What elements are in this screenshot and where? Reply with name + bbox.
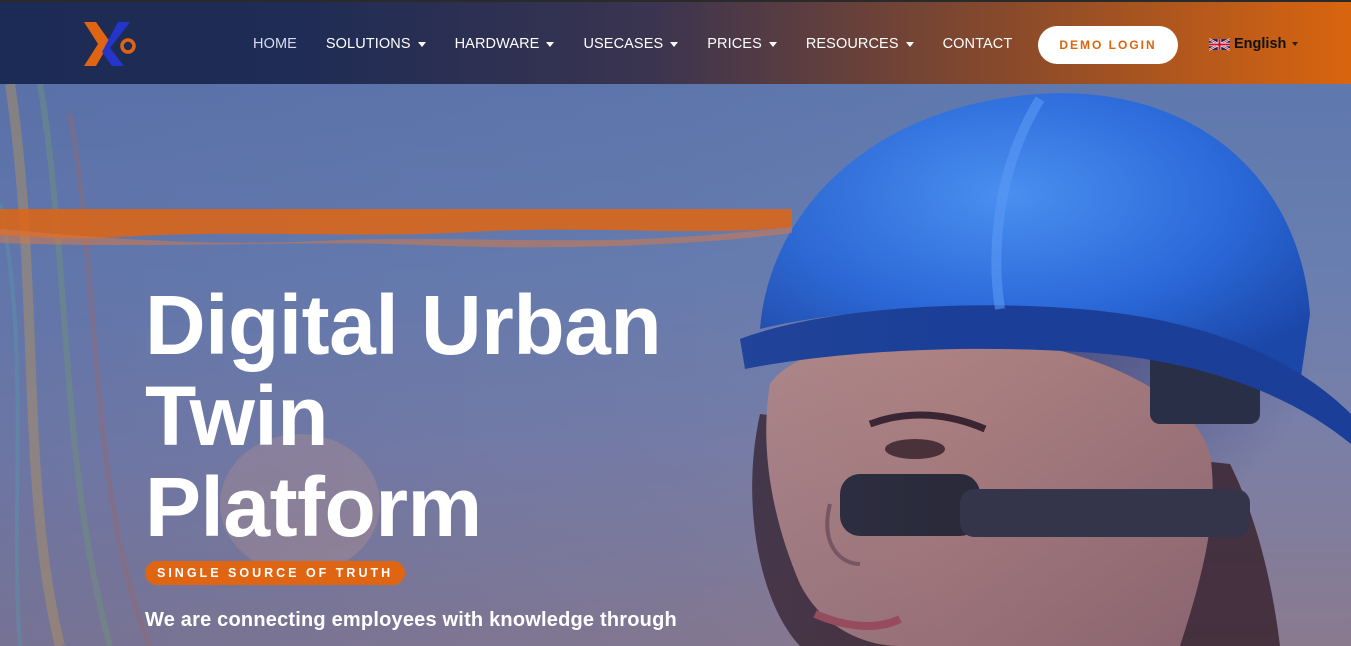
nav-contact[interactable]: CONTACT (943, 36, 1013, 52)
uk-flag-icon (1209, 37, 1230, 51)
caret-down-icon (546, 41, 555, 47)
main-nav: HOME SOLUTIONS HARDWARE USECASES PRICES … (253, 2, 1041, 86)
nav-solutions[interactable]: SOLUTIONS (326, 36, 426, 52)
nav-solutions-label: SOLUTIONS (325, 36, 411, 52)
caret-down-icon (1292, 42, 1299, 46)
brand-logo-icon[interactable] (80, 20, 138, 70)
site-header: HOME SOLUTIONS HARDWARE USECASES PRICES … (0, 0, 1351, 84)
nav-prices[interactable]: PRICES (707, 36, 777, 52)
decorative-wave (0, 209, 792, 248)
headline-line: Platform (145, 460, 482, 554)
nav-usecases[interactable]: USECASES (583, 36, 679, 52)
nav-home[interactable]: HOME (253, 36, 297, 52)
nav-hardware-label: HARDWARE (454, 36, 540, 52)
nav-contact-label: CONTACT (942, 36, 1013, 52)
hero-headline: Digital Urban Twin Platform (145, 280, 825, 553)
caret-down-icon (670, 41, 679, 47)
caret-down-icon (768, 41, 777, 47)
hero-tag-badge: SINGLE SOURCE OF TRUTH (145, 561, 406, 585)
demo-login-button[interactable]: DEMO LOGIN (1038, 26, 1178, 64)
nav-prices-label: PRICES (707, 36, 762, 52)
headline-line: Twin (145, 369, 329, 463)
hero-subtext: We are connecting employees with knowled… (145, 609, 677, 631)
hero-section: Digital Urban Twin Platform SINGLE SOURC… (0, 84, 1351, 646)
language-selector[interactable]: English (1209, 36, 1299, 52)
nav-hardware[interactable]: HARDWARE (455, 36, 555, 52)
nav-resources-label: RESOURCES (805, 36, 899, 52)
nav-usecases-label: USECASES (583, 36, 664, 52)
nav-home-label: HOME (253, 36, 297, 52)
caret-down-icon (905, 41, 914, 47)
headline-line: Digital Urban (145, 278, 662, 372)
caret-down-icon (417, 41, 426, 47)
language-label: English (1234, 36, 1287, 52)
nav-resources[interactable]: RESOURCES (806, 36, 914, 52)
